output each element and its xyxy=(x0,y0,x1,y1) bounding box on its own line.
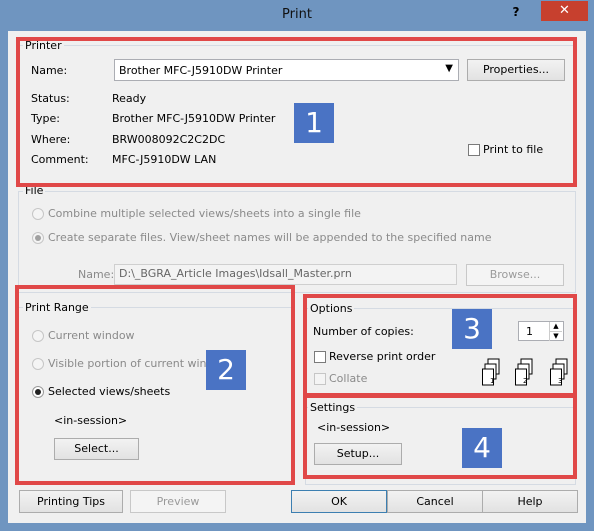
annotation-box-2 xyxy=(15,285,295,485)
annotation-badge-4: 4 xyxy=(462,428,502,468)
close-button[interactable]: ✕ xyxy=(541,1,588,21)
title-bar[interactable]: Print ? ✕ xyxy=(0,0,594,30)
print-dialog: Print ? ✕ Printer Name: Brother MFC-J591… xyxy=(0,0,594,531)
combine-files-label[interactable]: Combine multiple selected views/sheets i… xyxy=(48,207,361,220)
annotation-badge-3: 3 xyxy=(452,309,492,349)
help-icon[interactable]: ? xyxy=(509,5,523,21)
help-button[interactable]: Help xyxy=(482,490,578,513)
separate-files-radio[interactable] xyxy=(32,232,44,244)
annotation-box-4 xyxy=(303,393,577,479)
annotation-box-3 xyxy=(303,294,577,398)
file-name-input[interactable]: D:\_BGRA_Article Images\Idsall_Master.pr… xyxy=(114,264,457,285)
cancel-button[interactable]: Cancel xyxy=(387,490,483,513)
dialog-body: Printer Name: Brother MFC-J5910DW Printe… xyxy=(8,31,586,523)
annotation-badge-2: 2 xyxy=(206,350,246,390)
printing-tips-button[interactable]: Printing Tips xyxy=(19,490,123,513)
browse-button[interactable]: Browse... xyxy=(466,264,564,286)
combine-files-radio[interactable] xyxy=(32,208,44,220)
separate-files-label[interactable]: Create separate files. View/sheet names … xyxy=(48,231,492,244)
dialog-title: Print xyxy=(282,7,312,22)
file-name-label: Name: xyxy=(78,268,115,281)
preview-button[interactable]: Preview xyxy=(130,490,226,513)
ok-button[interactable]: OK xyxy=(291,490,387,513)
annotation-badge-1: 1 xyxy=(294,103,334,143)
